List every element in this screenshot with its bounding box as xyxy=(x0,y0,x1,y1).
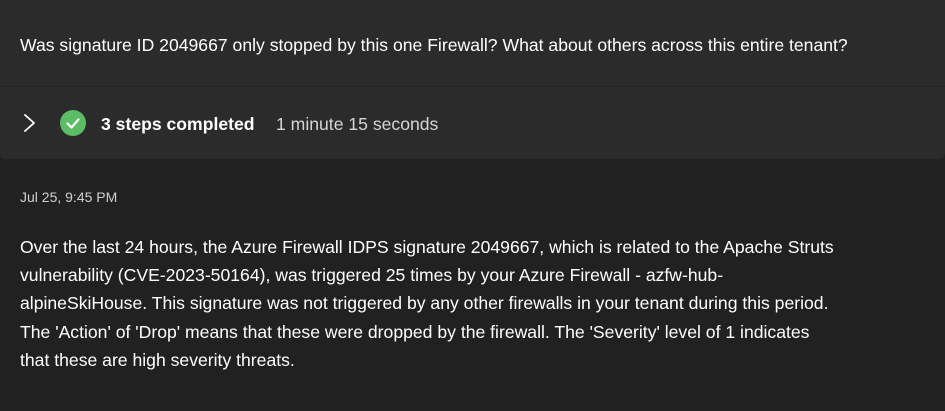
response-timestamp: Jul 25, 9:45 PM xyxy=(20,189,118,205)
steps-toggle[interactable]: 3 steps completed 1 minute 15 seconds xyxy=(0,87,945,159)
steps-completed-label: 3 steps completed xyxy=(101,114,255,134)
prompt-card: Was signature ID 2049667 only stopped by… xyxy=(0,0,945,159)
response-text: Over the last 24 hours, the Azure Firewa… xyxy=(20,233,935,374)
chevron-right-icon[interactable] xyxy=(22,111,38,135)
response-line: vulnerability (CVE-2023-50164), was trig… xyxy=(20,265,724,286)
response-line: Over the last 24 hours, the Azure Firewa… xyxy=(20,237,834,257)
user-prompt-text: Was signature ID 2049667 only stopped by… xyxy=(20,35,848,55)
check-circle-icon xyxy=(60,110,86,136)
chat-thread: Was signature ID 2049667 only stopped by… xyxy=(0,0,945,411)
response-line: alpineSkiHouse. This signature was not t… xyxy=(20,293,829,314)
response-line: The 'Action' of 'Drop' means that these … xyxy=(20,321,810,342)
response-line: that these are high severity threats. xyxy=(20,349,295,370)
steps-duration: 1 minute 15 seconds xyxy=(276,114,439,134)
